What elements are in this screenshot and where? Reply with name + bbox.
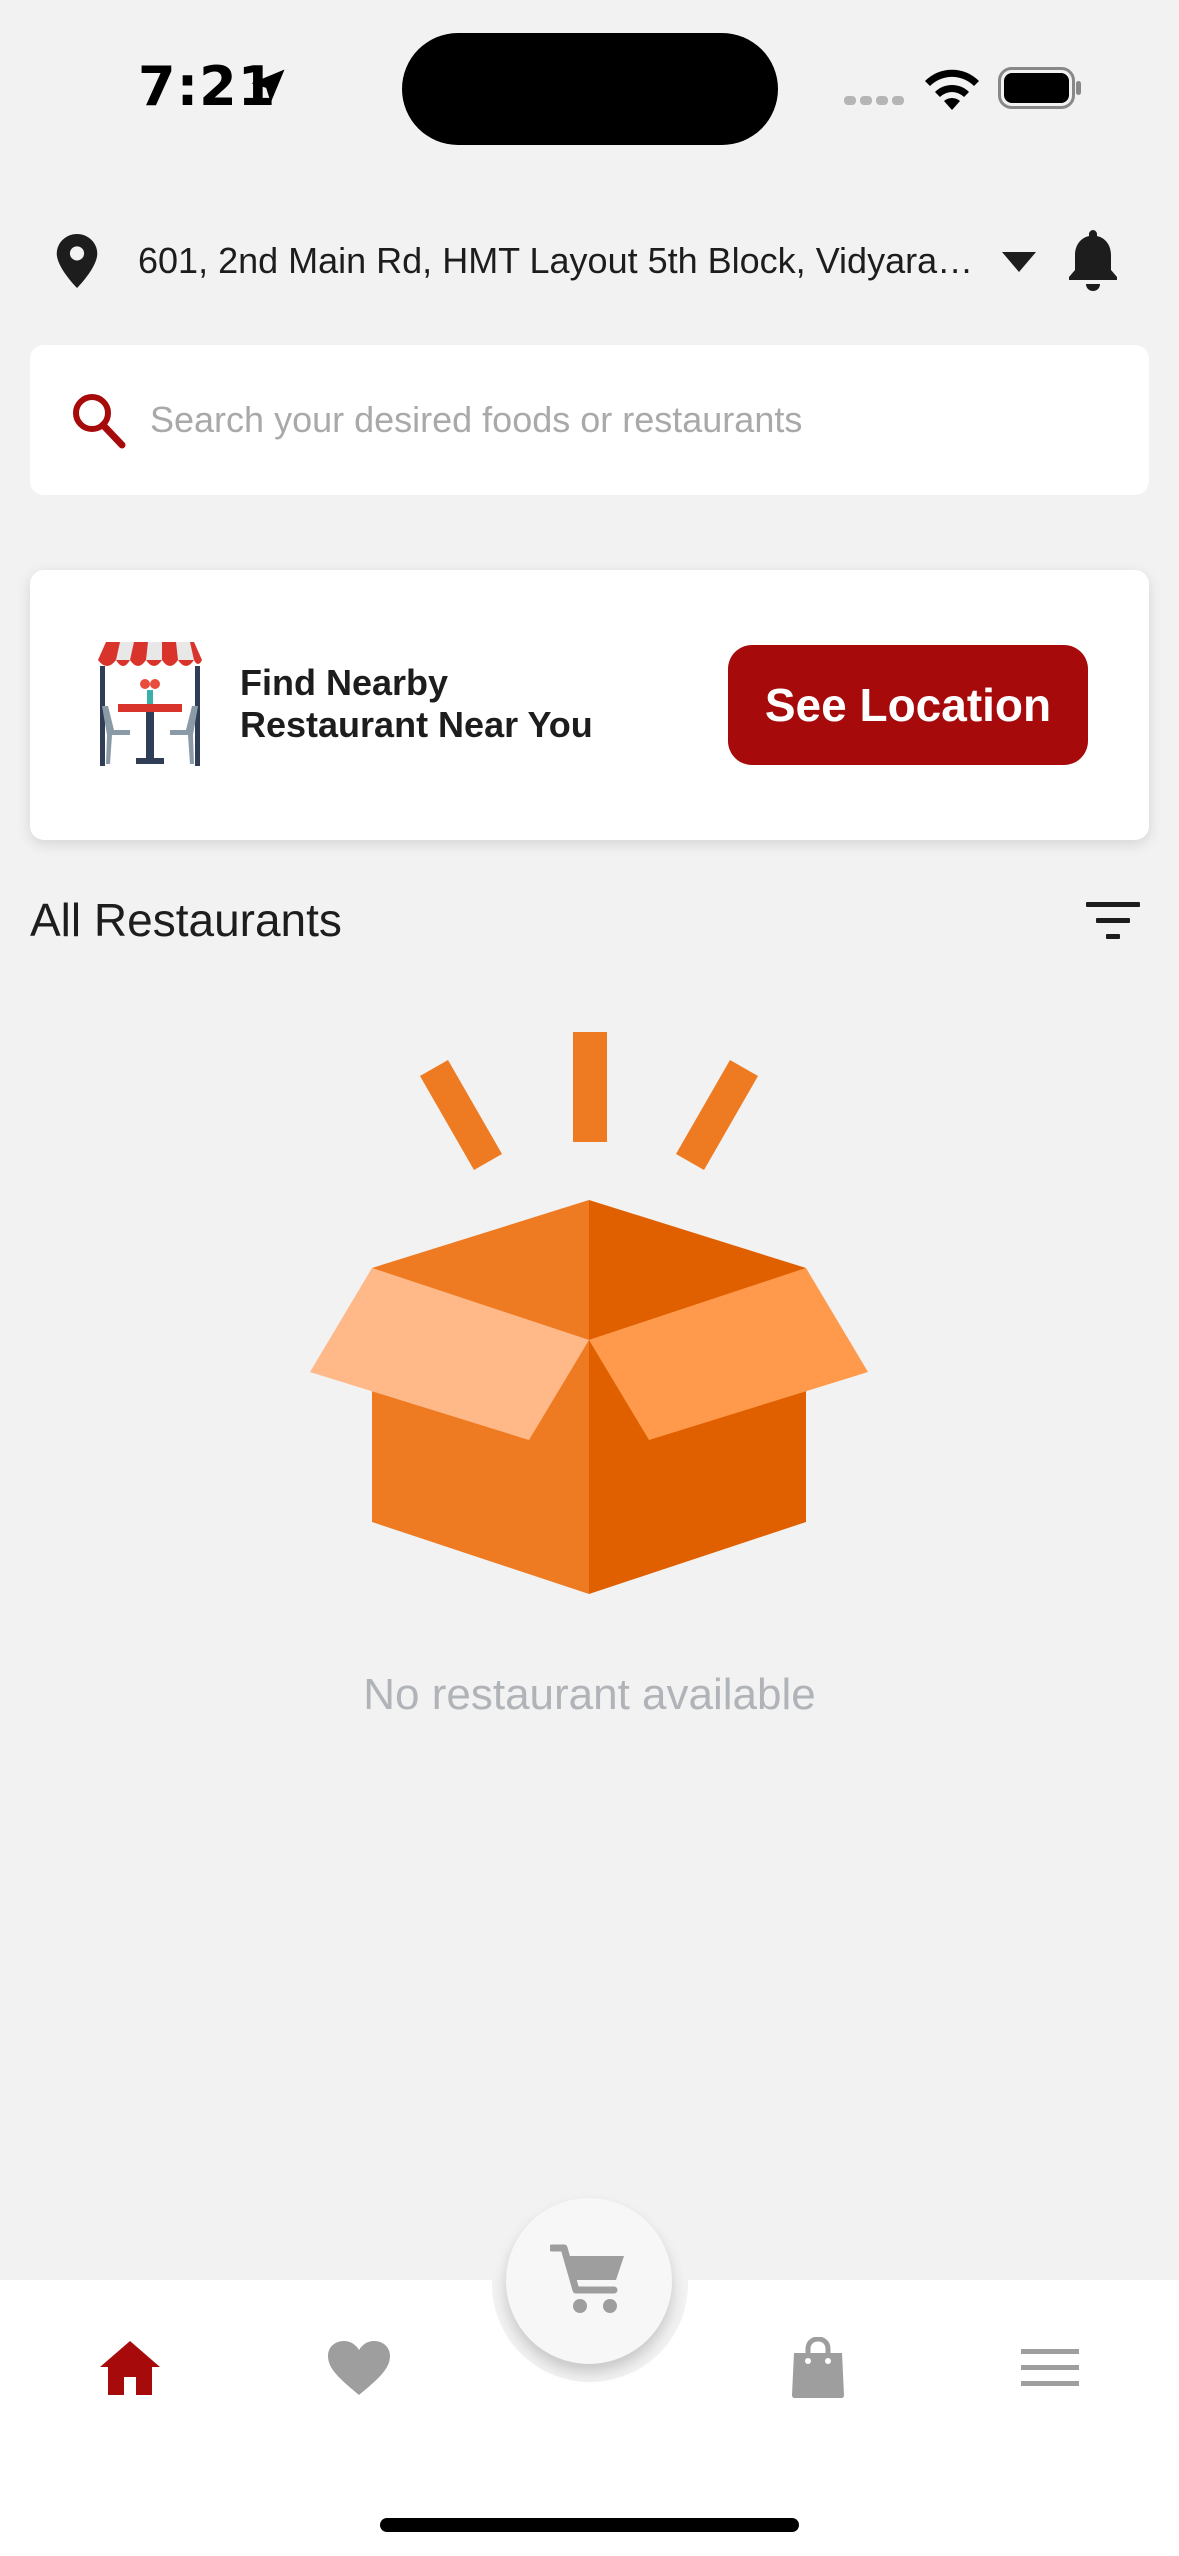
menu-icon xyxy=(1021,2349,1079,2386)
filter-icon[interactable] xyxy=(1084,898,1142,944)
empty-state-message: No restaurant available xyxy=(363,1670,816,1719)
cart-icon xyxy=(550,2244,624,2313)
nearby-line-2: Restaurant Near You xyxy=(240,704,593,745)
search-input[interactable] xyxy=(150,385,1110,455)
delivery-address[interactable]: 601, 2nd Main Rd, HMT Layout 5th Block, … xyxy=(138,240,980,282)
home-icon xyxy=(100,2341,160,2395)
home-indicator[interactable] xyxy=(380,2518,799,2532)
address-bar[interactable]: 601, 2nd Main Rd, HMT Layout 5th Block, … xyxy=(0,220,1179,300)
cart-button[interactable] xyxy=(506,2198,672,2364)
nav-favorites[interactable] xyxy=(325,2336,393,2400)
nav-orders[interactable] xyxy=(784,2336,852,2400)
cellular-signal-icon xyxy=(844,96,904,105)
shopping-bag-icon xyxy=(792,2337,844,2398)
notification-bell-icon[interactable] xyxy=(1064,226,1122,294)
nav-home[interactable] xyxy=(96,2336,164,2400)
battery-icon xyxy=(998,67,1081,109)
empty-box-illustration xyxy=(310,1032,868,1594)
wifi-icon xyxy=(925,69,979,110)
chevron-down-icon[interactable] xyxy=(1000,250,1038,274)
see-location-button[interactable]: See Location xyxy=(728,645,1088,765)
location-pin-icon xyxy=(56,234,98,288)
restaurant-table-icon xyxy=(98,642,202,766)
nearby-line-1: Find Nearby xyxy=(240,662,449,703)
dynamic-island xyxy=(402,33,778,145)
section-title: All Restaurants xyxy=(30,894,342,946)
search-icon xyxy=(73,394,126,449)
nav-menu[interactable] xyxy=(1016,2336,1084,2400)
status-bar: 7:21 xyxy=(0,0,1179,170)
nearby-text: Find Nearby Restaurant Near You xyxy=(240,662,640,746)
search-bar[interactable] xyxy=(30,345,1149,495)
heart-icon xyxy=(328,2341,390,2395)
location-arrow-icon xyxy=(251,69,285,103)
nearby-restaurant-card: Find Nearby Restaurant Near You See Loca… xyxy=(30,570,1149,840)
